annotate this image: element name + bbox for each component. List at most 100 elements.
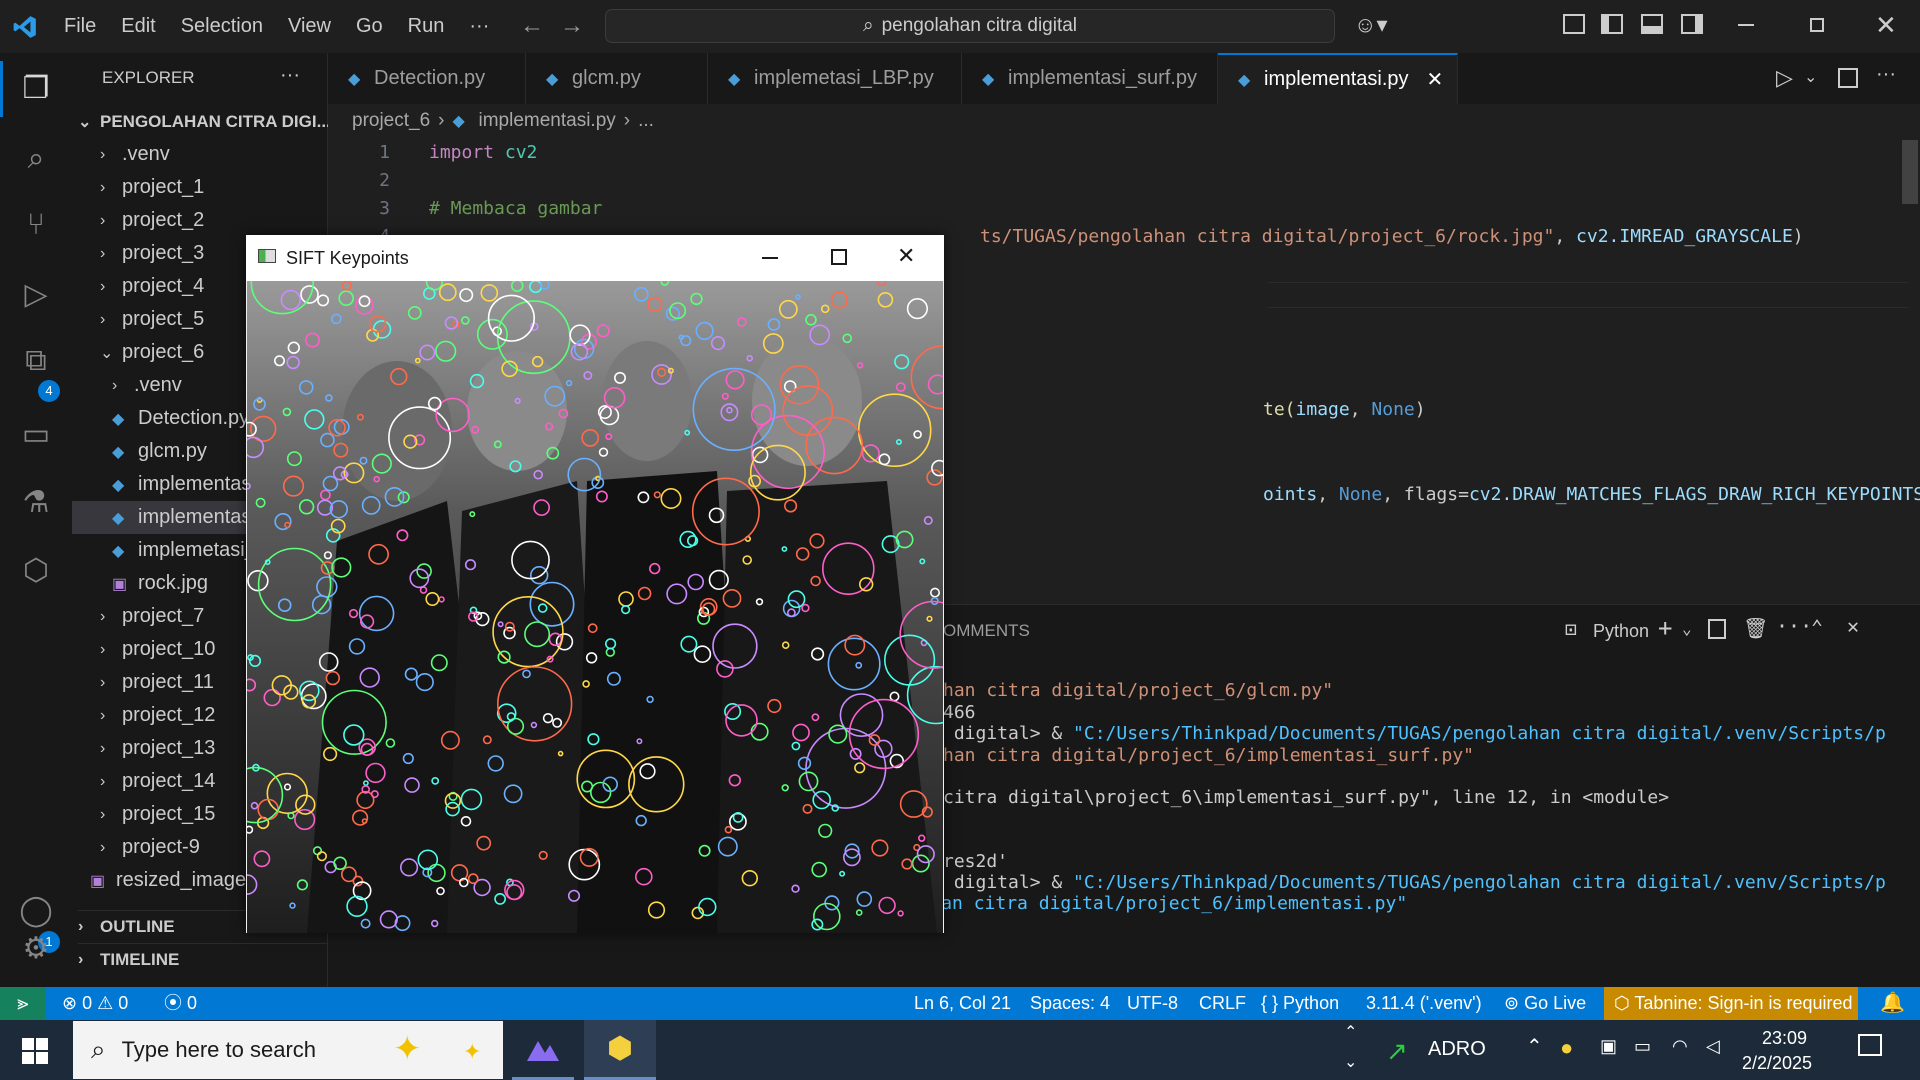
tab-glcm[interactable]: ◆ glcm.py — [526, 53, 708, 104]
python-interpreter[interactable]: 3.11.4 ('.venv') — [1366, 987, 1482, 1020]
line-ending[interactable]: CRLF — [1199, 987, 1246, 1020]
indentation[interactable]: Spaces: 4 — [1030, 987, 1110, 1020]
toggle-sidebar-icon[interactable] — [1601, 14, 1623, 34]
menu-go[interactable]: Go — [356, 15, 383, 38]
back-arrow-icon[interactable]: ← — [520, 12, 544, 40]
sift-window-titlebar[interactable]: SIFT Keypoints ✕ — [246, 235, 944, 281]
tree-folder[interactable]: › .venv — [112, 369, 182, 402]
menu-file[interactable]: File — [64, 15, 96, 38]
meet-now-icon[interactable]: ▣ — [1600, 1036, 1617, 1057]
menu-run[interactable]: Run — [408, 15, 445, 38]
toggle-secondary-sidebar-icon[interactable] — [1681, 14, 1703, 34]
tray-chevron-up-icon[interactable]: ⌃ — [1526, 1034, 1543, 1059]
tree-folder[interactable]: › project_5 — [100, 303, 204, 336]
windows-start-icon[interactable] — [22, 1038, 48, 1064]
editor-scrollbar-thumb[interactable] — [1902, 140, 1918, 204]
toggle-panel-icon[interactable] — [1641, 14, 1663, 34]
notifications-bell-icon[interactable]: 🔔 — [1880, 987, 1905, 1020]
trash-icon[interactable]: 🗑 — [1743, 616, 1768, 640]
command-center-search[interactable]: ⌕ pengolahan citra digital — [605, 9, 1335, 43]
remote-explorer-icon[interactable]: ▭ — [14, 413, 58, 457]
minimize-window-icon[interactable] — [762, 257, 778, 259]
editor-more-icon[interactable]: ··· — [1876, 63, 1896, 86]
problems-indicator[interactable]: ⊗ 0 ⚠ 0 — [62, 987, 128, 1020]
deploy-icon[interactable]: ⬡ — [14, 549, 58, 593]
settings-gear-icon[interactable]: ⚙ — [14, 927, 58, 971]
panel-tab-comments[interactable]: OMMENTS — [943, 621, 1030, 641]
tabnine-status[interactable]: ⬡ Tabnine: Sign-in is required — [1604, 987, 1858, 1020]
run-dropdown-icon[interactable]: ⌄ — [1804, 67, 1817, 87]
tree-folder[interactable]: › project_13 — [100, 732, 215, 765]
tab-implementasi[interactable]: ◆ implementasi.py ✕ — [1218, 53, 1458, 104]
taskbar-app-python[interactable]: ⬢ — [584, 1020, 656, 1080]
clock-time[interactable]: 23:09 — [1762, 1028, 1807, 1049]
breadcrumb-folder[interactable]: project_6 — [352, 110, 430, 132]
volume-icon[interactable]: ◁ — [1706, 1036, 1720, 1057]
breadcrumb-symbol[interactable]: ... — [638, 110, 654, 132]
language-mode[interactable]: { } Python — [1261, 987, 1339, 1020]
run-debug-icon[interactable]: ▷ — [14, 273, 58, 317]
maximize-panel-icon[interactable]: ⌃ — [1811, 615, 1823, 639]
workspace-root[interactable]: ⌄ PENGOLAHAN CITRA DIGI... — [78, 105, 331, 138]
cursor-position[interactable]: Ln 6, Col 21 — [914, 987, 1011, 1020]
scroll-up-icon[interactable]: ⌃ — [1344, 1022, 1357, 1042]
tree-folder[interactable]: › project_1 — [100, 171, 204, 204]
tree-folder[interactable]: › project_10 — [100, 633, 215, 666]
source-control-icon[interactable]: ⑂ — [14, 203, 58, 247]
stock-ticker[interactable]: ADRO — [1428, 1038, 1486, 1061]
close-window-icon[interactable]: ✕ — [897, 243, 915, 269]
run-file-icon[interactable]: ▷ — [1776, 65, 1793, 91]
tree-folder[interactable]: › project_4 — [100, 270, 204, 303]
testing-icon[interactable]: ⚗ — [14, 481, 58, 525]
taskbar-app-mountain[interactable] — [512, 1020, 574, 1080]
menu-more[interactable]: ··· — [469, 15, 489, 38]
breadcrumb-file[interactable]: implementasi.py — [479, 110, 616, 132]
split-terminal-icon[interactable] — [1708, 619, 1726, 639]
new-terminal-icon[interactable]: + — [1658, 614, 1672, 642]
maximize-window-icon[interactable] — [831, 249, 847, 265]
tree-folder[interactable]: › project_2 — [100, 204, 204, 237]
go-live-button[interactable]: ⊚ Go Live — [1504, 987, 1586, 1020]
minimize-window-icon[interactable] — [1738, 24, 1754, 26]
tab-surf[interactable]: ◆ implementasi_surf.py — [962, 53, 1218, 104]
terminal-dropdown-icon[interactable]: ⌄ — [1682, 619, 1692, 638]
tree-folder[interactable]: › project_15 — [100, 798, 215, 831]
tab-detection[interactable]: ◆ Detection.py — [328, 53, 526, 104]
forward-arrow-icon[interactable]: → — [560, 12, 584, 40]
tree-folder[interactable]: › project-9 — [100, 831, 200, 864]
panel-more-icon[interactable]: ··· — [1776, 614, 1812, 638]
notification-center-icon[interactable] — [1858, 1034, 1882, 1056]
tree-folder[interactable]: › project_12 — [100, 699, 215, 732]
tab-lbp[interactable]: ◆ implemetasi_LBP.py — [708, 53, 962, 104]
tray-app-icon[interactable]: ● — [1560, 1035, 1573, 1061]
menu-edit[interactable]: Edit — [121, 15, 155, 38]
terminal-shell-label[interactable]: Python — [1593, 621, 1649, 642]
close-tab-icon[interactable]: ✕ — [1427, 67, 1444, 92]
menu-selection[interactable]: Selection — [181, 15, 263, 38]
ports-indicator[interactable]: ⦿ 0 — [164, 987, 197, 1020]
encoding[interactable]: UTF-8 — [1127, 987, 1178, 1020]
tree-folder[interactable]: › .venv — [100, 138, 170, 171]
tree-folder[interactable]: › project_14 — [100, 765, 215, 798]
clock-date[interactable]: 2/2/2025 — [1742, 1053, 1812, 1074]
scroll-down-icon[interactable]: ⌄ — [1344, 1052, 1357, 1072]
explorer-more-button[interactable]: ··· — [280, 59, 300, 92]
taskbar-search-box[interactable]: ⌕ Type here to search ✦ ✦ — [73, 1021, 503, 1079]
close-panel-icon[interactable]: ✕ — [1847, 614, 1859, 638]
extensions-icon[interactable]: ⧉ — [14, 339, 58, 383]
customize-layout-icon[interactable] — [1563, 14, 1585, 34]
split-editor-icon[interactable] — [1838, 68, 1858, 88]
tree-folder-open[interactable]: ⌄ project_6 — [100, 336, 204, 369]
battery-icon[interactable]: ▭ — [1634, 1036, 1651, 1057]
search-icon[interactable]: ⌕ — [14, 137, 58, 181]
remote-indicator-icon[interactable]: ⪢ — [0, 987, 46, 1020]
sift-keypoints-window[interactable]: SIFT Keypoints ✕ — [246, 235, 944, 933]
timeline-section[interactable]: › TIMELINE — [78, 943, 328, 976]
copilot-icon[interactable]: ☺▾ — [1354, 12, 1388, 38]
tree-folder[interactable]: › project_11 — [100, 666, 214, 699]
tree-folder[interactable]: › project_7 — [100, 600, 204, 633]
tree-folder[interactable]: › project_3 — [100, 237, 204, 270]
restore-window-icon[interactable] — [1810, 18, 1824, 32]
close-window-icon[interactable]: ✕ — [1875, 10, 1897, 41]
wifi-icon[interactable]: ◠ — [1672, 1036, 1688, 1057]
